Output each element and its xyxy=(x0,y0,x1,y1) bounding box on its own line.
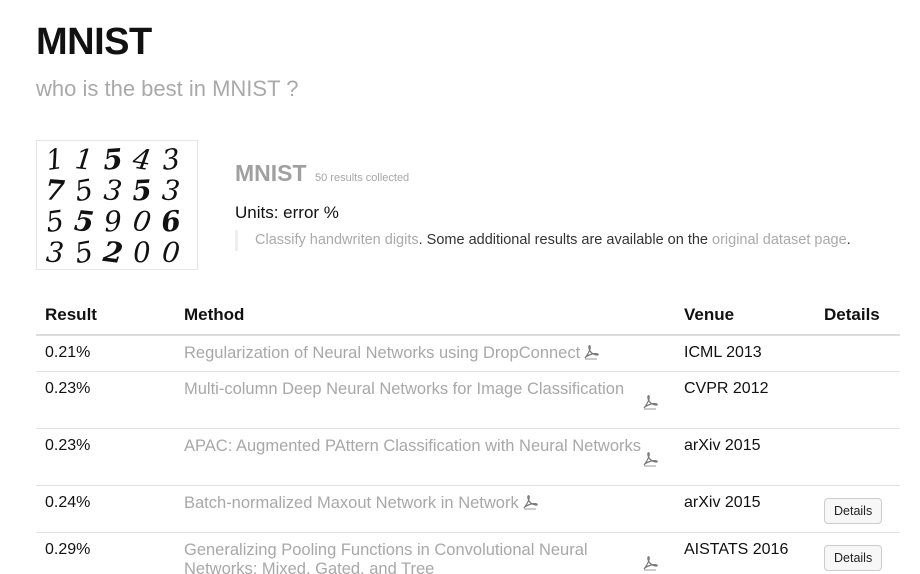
digit-glyph: 5 xyxy=(44,204,66,239)
digit-glyph: 9 xyxy=(103,204,123,238)
results-count: 50 results collected xyxy=(315,172,410,184)
page: MNIST who is the best in MNIST ? 1154375… xyxy=(0,0,920,574)
venue-cell: AISTATS 2016 xyxy=(675,532,815,574)
digit-glyph: 5 xyxy=(72,173,95,209)
pdf-icon[interactable] xyxy=(641,394,659,410)
description-end: . xyxy=(846,232,851,248)
digit-glyph: 3 xyxy=(45,235,65,269)
task-link[interactable]: Classify handwriten digits xyxy=(255,232,419,248)
venue-cell: CVPR 2012 xyxy=(675,371,815,429)
header-method: Method xyxy=(175,296,675,336)
method-link[interactable]: Batch-normalized Maxout Network in Netwo… xyxy=(184,494,519,512)
result-cell: 0.23% xyxy=(36,371,175,429)
table-header-row: Result Method Venue Details xyxy=(36,296,900,336)
method-cell: Multi-column Deep Neural Networks for Im… xyxy=(175,371,675,429)
pdf-icon[interactable] xyxy=(521,494,539,510)
digit-glyph: 3 xyxy=(102,173,124,208)
header-details: Details xyxy=(815,296,900,336)
description-text: . Some additional results are available … xyxy=(418,232,713,248)
details-cell: Details xyxy=(815,485,900,533)
digit-glyph: 2 xyxy=(100,235,124,269)
units-label: Units: error % xyxy=(235,203,339,222)
digit-glyph: 5 xyxy=(131,174,152,208)
mnist-sample-image: 11543753535590635200 xyxy=(36,140,198,270)
pdf-icon[interactable] xyxy=(641,555,659,571)
method-link[interactable]: Multi-column Deep Neural Networks for Im… xyxy=(184,380,624,398)
digit-glyph: 5 xyxy=(102,142,124,176)
digit-glyph: 3 xyxy=(161,173,182,207)
header-result: Result xyxy=(36,296,175,336)
page-subtitle: who is the best in MNIST ? xyxy=(36,76,299,101)
result-cell: 0.24% xyxy=(36,485,175,533)
details-cell xyxy=(815,371,900,429)
digit-glyph: 5 xyxy=(73,204,96,239)
digit-glyph: 1 xyxy=(44,142,66,177)
venue-cell: ICML 2013 xyxy=(675,334,815,372)
dataset-name: MNIST xyxy=(235,160,307,186)
method-link[interactable]: Generalizing Pooling Functions in Convol… xyxy=(184,541,588,574)
digit-glyph: 5 xyxy=(72,235,95,269)
venue-cell: arXiv 2015 xyxy=(675,428,815,486)
header-venue: Venue xyxy=(675,296,815,336)
digit-glyph: 0 xyxy=(161,235,182,269)
digit-glyph: 7 xyxy=(44,173,66,207)
original-dataset-link[interactable]: original dataset page xyxy=(712,232,847,248)
table-row: 0.24% Batch-normalized Maxout Network in… xyxy=(36,485,900,533)
table-row: 0.21% Regularization of Neural Networks … xyxy=(36,334,900,372)
pdf-icon[interactable] xyxy=(641,451,659,467)
venue-cell: arXiv 2015 xyxy=(675,485,815,533)
details-button[interactable]: Details xyxy=(824,545,883,571)
method-cell: Generalizing Pooling Functions in Convol… xyxy=(175,532,675,574)
method-cell: APAC: Augmented PAttern Classification w… xyxy=(175,428,675,486)
dataset-heading: MNIST 50 results collected xyxy=(235,158,409,193)
results-table: Result Method Venue Details 0.21% Regula… xyxy=(36,296,900,574)
mnist-digits-svg: 1 1 5 4 37 5 3 5 35 5 9 0 63 5 2 0 0 xyxy=(44,142,183,269)
table-row: 0.23% Multi-column Deep Neural Networks … xyxy=(36,371,900,429)
digit-glyph: 0 xyxy=(132,236,152,269)
result-cell: 0.23% xyxy=(36,428,175,486)
page-title: MNIST xyxy=(36,21,152,63)
digit-glyph: 4 xyxy=(130,142,154,178)
method-cell: Regularization of Neural Networks using … xyxy=(175,334,675,372)
digit-glyph: 0 xyxy=(131,204,154,239)
details-button[interactable]: Details xyxy=(824,498,883,524)
method-link[interactable]: APAC: Augmented PAttern Classification w… xyxy=(184,437,641,455)
method-cell: Batch-normalized Maxout Network in Netwo… xyxy=(175,485,675,533)
result-cell: 0.29% xyxy=(36,532,175,574)
result-cell: 0.21% xyxy=(36,334,175,372)
table-row: 0.23% APAC: Augmented PAttern Classifica… xyxy=(36,428,900,486)
digit-glyph: 3 xyxy=(160,142,181,177)
dataset-description: Classify handwriten digits. Some additio… xyxy=(235,230,905,251)
details-cell xyxy=(815,428,900,486)
digit-glyph: 1 xyxy=(73,142,94,177)
details-cell xyxy=(815,334,900,372)
details-cell: Details xyxy=(815,532,900,574)
table-row: 0.29% Generalizing Pooling Functions in … xyxy=(36,532,900,574)
method-link[interactable]: Regularization of Neural Networks using … xyxy=(184,344,580,362)
pdf-icon[interactable] xyxy=(582,344,600,360)
digit-glyph: 6 xyxy=(160,204,183,239)
